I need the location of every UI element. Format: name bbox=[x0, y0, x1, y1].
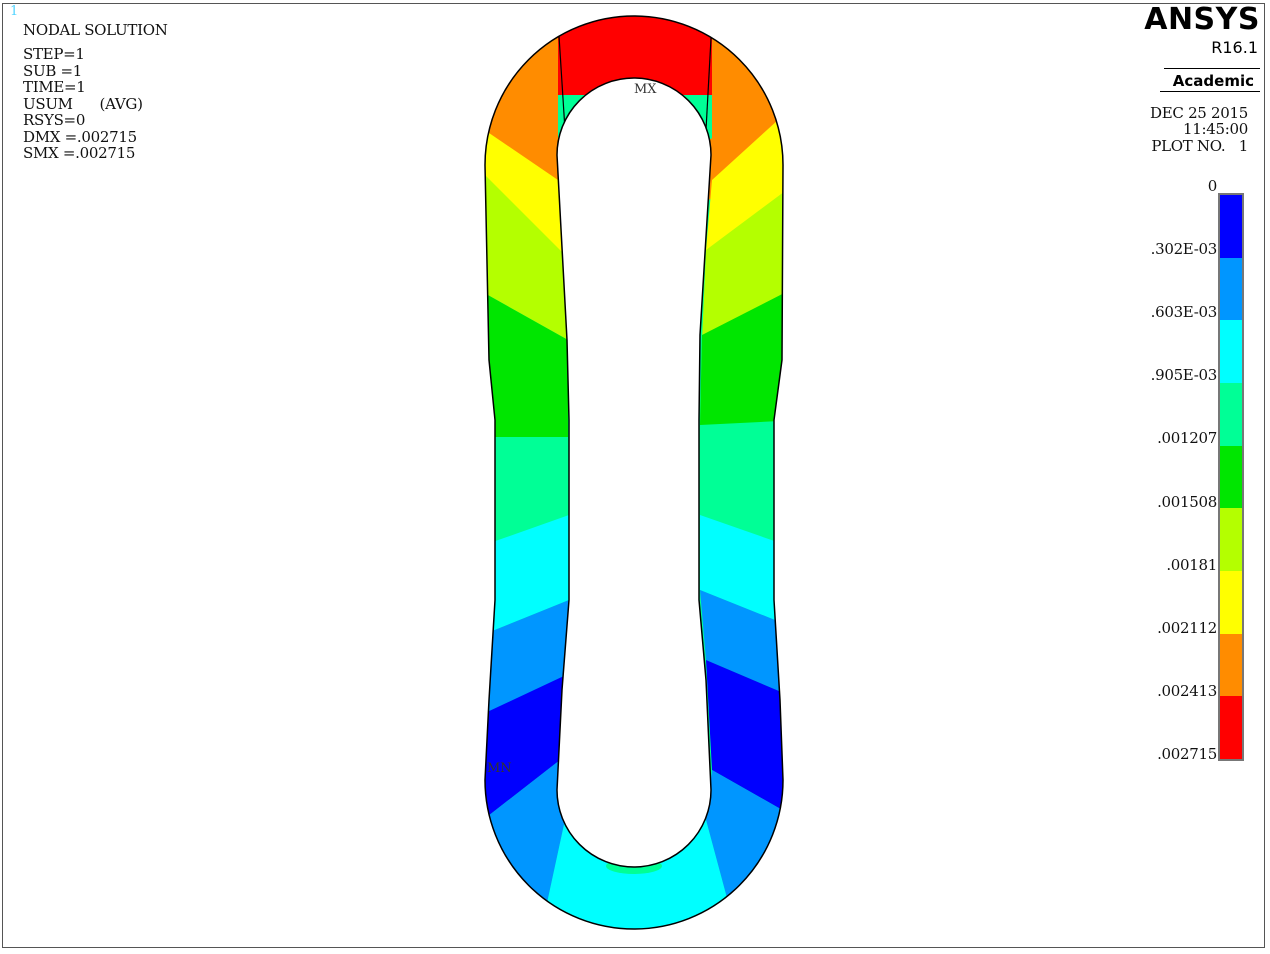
band-bottom-right-lightblue bbox=[706, 770, 783, 929]
min-marker: MN bbox=[487, 761, 512, 776]
band-bottom-cyan bbox=[536, 820, 742, 929]
band-bottom-seafoam bbox=[606, 858, 662, 874]
band-top-right-orange bbox=[712, 16, 783, 140]
max-marker: MX bbox=[634, 82, 657, 97]
contour-bands bbox=[485, 16, 783, 929]
contour-model: MX MN bbox=[484, 15, 784, 930]
